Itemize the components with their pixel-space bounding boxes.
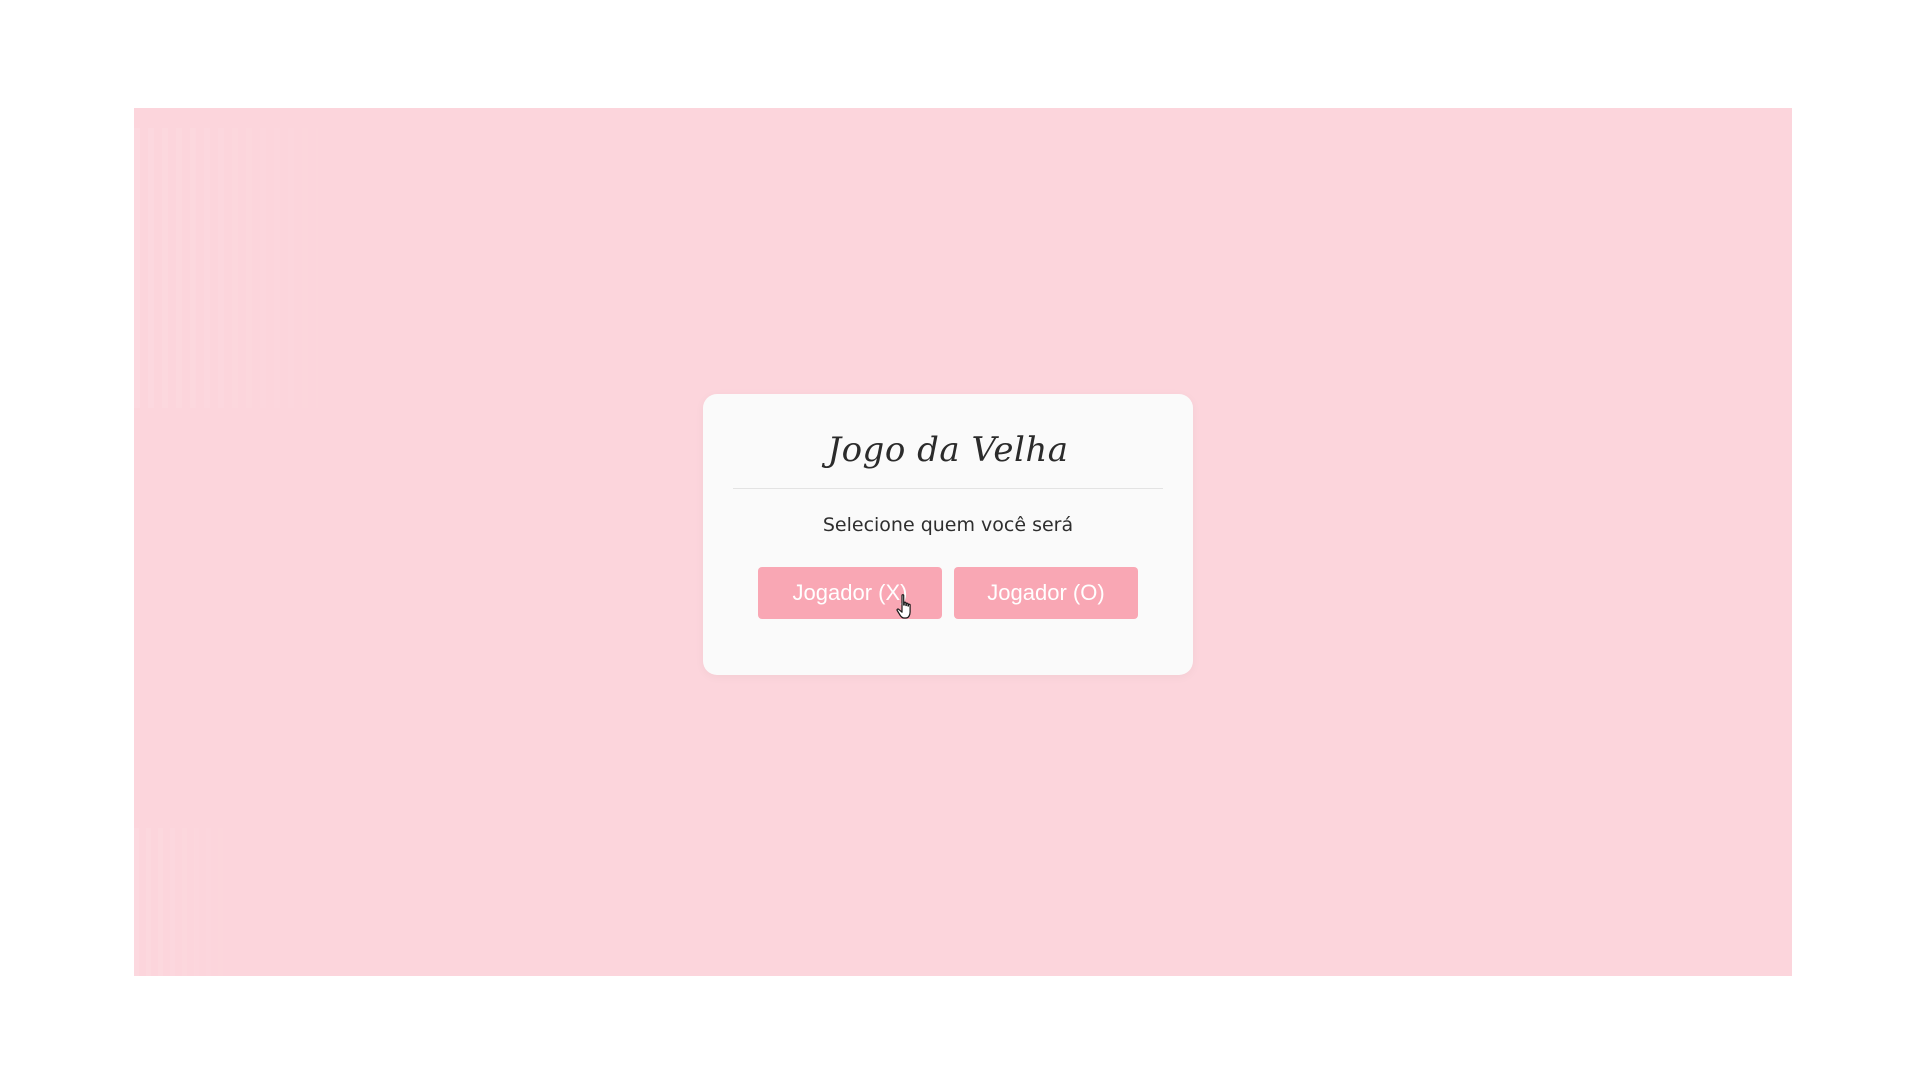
title-divider	[733, 488, 1163, 489]
hand-pointer-icon	[896, 594, 911, 619]
dialog-title: Jogo da Velha	[827, 430, 1069, 470]
dialog-prompt: Selecione quem você será	[822, 514, 1074, 536]
player-o-button[interactable]: Jogador (O)	[954, 567, 1138, 619]
background-texture	[134, 828, 254, 976]
player-select-dialog: Jogo da Velha Selecione quem você será J…	[703, 394, 1193, 675]
background-texture	[134, 128, 374, 408]
player-button-row: Jogador (X) Jogador (O)	[703, 567, 1193, 619]
